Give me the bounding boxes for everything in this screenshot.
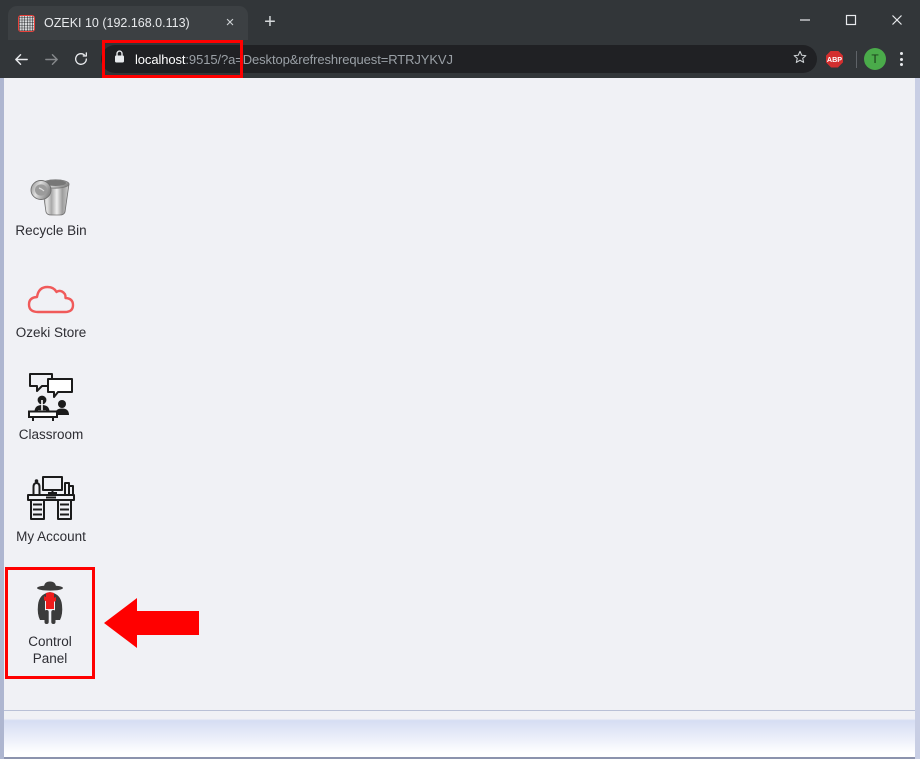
tab-strip: OZEKI 10 (192.168.0.113) × +: [0, 0, 920, 40]
desktop-icon-label: Ozeki Store: [15, 325, 87, 340]
close-tab-icon[interactable]: ×: [220, 13, 240, 33]
minimize-button[interactable]: [782, 0, 828, 40]
ozeki-taskbar: [4, 710, 915, 759]
desktop-icon-label: Recycle Bin: [15, 223, 87, 238]
new-tab-button[interactable]: +: [256, 9, 284, 37]
desktop-icon-recycle-bin[interactable]: Recycle Bin: [6, 166, 96, 239]
padlock-icon: [114, 50, 126, 68]
ozeki-desktop[interactable]: Recycle Bin Ozeki Store Classroom My Acc…: [0, 78, 920, 759]
toolbar-divider: [856, 50, 857, 68]
classroom-icon: [24, 370, 78, 422]
desktop-icon-label: Classroom: [18, 427, 84, 442]
adblock-plus-icon[interactable]: ABP: [826, 50, 843, 68]
cloud-store-icon: [25, 268, 77, 320]
close-icon: [892, 15, 902, 25]
ozeki-grid-favicon: [18, 14, 35, 32]
window-controls: [782, 0, 920, 40]
control-panel-icon: [24, 577, 76, 629]
profile-avatar[interactable]: T: [864, 48, 886, 70]
desktop-icon-label-line1: Control: [28, 634, 72, 649]
forward-button[interactable]: [36, 44, 66, 74]
close-window-button[interactable]: [874, 0, 920, 40]
desk-account-icon: [24, 472, 78, 524]
reload-button[interactable]: [66, 44, 96, 74]
url-port: :9515/: [185, 51, 221, 67]
browser-toolbar: localhost:9515/?a=Desktop&refreshrequest…: [0, 40, 920, 78]
maximize-button[interactable]: [828, 0, 874, 40]
forward-arrow-icon: [44, 53, 58, 65]
desktop-icon-ozeki-store[interactable]: Ozeki Store: [6, 268, 96, 341]
page-viewport: Recycle Bin Ozeki Store Classroom My Acc…: [0, 78, 920, 759]
url-text: localhost:9515/?a=Desktop&refreshrequest…: [135, 52, 453, 67]
address-bar-container: localhost:9515/?a=Desktop&refreshrequest…: [101, 40, 817, 78]
browser-tab[interactable]: OZEKI 10 (192.168.0.113) ×: [8, 6, 248, 40]
address-bar[interactable]: localhost:9515/?a=Desktop&refreshrequest…: [101, 45, 817, 73]
url-path: ?a=Desktop&refreshrequest=RTRJYKVJ: [220, 51, 453, 67]
reload-icon: [75, 52, 87, 65]
tab-title: OZEKI 10 (192.168.0.113): [44, 16, 190, 30]
desktop-icon-classroom[interactable]: Classroom: [6, 370, 96, 443]
maximize-icon: [845, 14, 857, 26]
recycle-bin-icon: [26, 166, 76, 218]
back-arrow-icon: [14, 53, 28, 65]
desktop-icon-label-line2: Panel: [32, 651, 68, 666]
chrome-browser-window: OZEKI 10 (192.168.0.113) × + localhost:9…: [0, 0, 920, 759]
bookmark-star-icon[interactable]: [789, 48, 811, 70]
annotation-left-arrow-icon: [104, 595, 199, 651]
desktop-icon-label: My Account: [16, 529, 86, 544]
minimize-icon: [800, 19, 810, 21]
chrome-menu-kebab-icon[interactable]: [888, 46, 914, 72]
desktop-icon-control-panel[interactable]: Control Panel: [5, 567, 95, 679]
back-button[interactable]: [6, 44, 36, 74]
desktop-icon-my-account[interactable]: My Account: [6, 472, 96, 545]
url-host: localhost: [135, 51, 186, 67]
